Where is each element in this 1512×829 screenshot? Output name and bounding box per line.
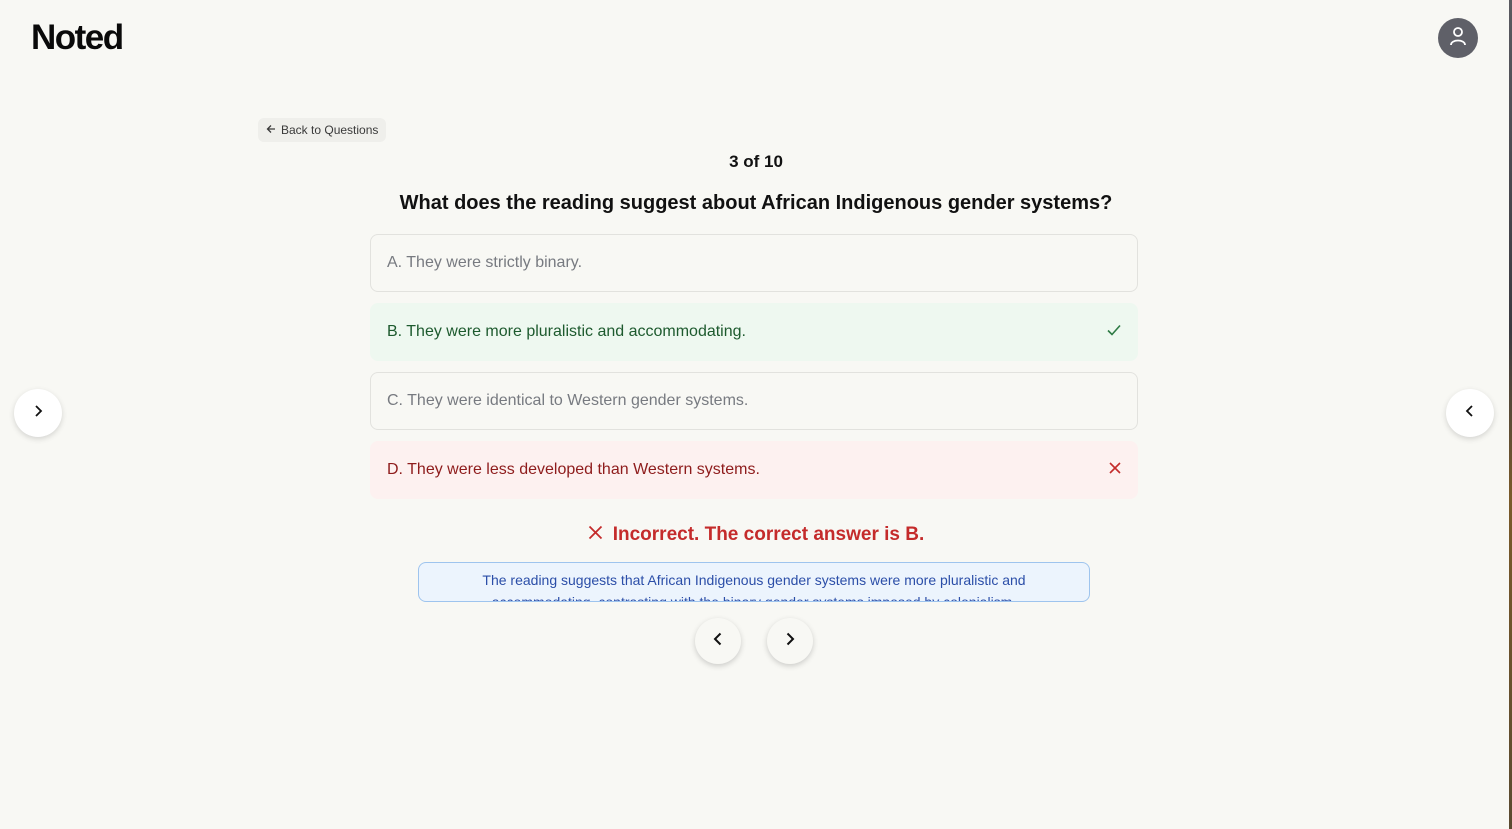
user-avatar-button[interactable] [1438, 18, 1478, 58]
expand-left-panel-button[interactable] [14, 389, 62, 437]
option-label: D. They were less developed than Western… [387, 461, 760, 478]
chevron-right-icon [31, 404, 45, 423]
option-label: C. They were identical to Western gender… [387, 392, 749, 409]
question-text: What does the reading suggest about Afri… [399, 192, 1113, 214]
answer-option-d[interactable]: D. They were less developed than Western… [370, 441, 1138, 499]
explanation-box: The reading suggests that African Indige… [418, 562, 1090, 602]
next-question-button[interactable] [767, 618, 813, 664]
answer-option-a[interactable]: A. They were strictly binary. [370, 234, 1138, 292]
app-logo: Noted [31, 18, 124, 57]
back-to-questions-button[interactable]: Back to Questions [258, 118, 387, 142]
result-text: Incorrect. The correct answer is B. [612, 524, 925, 545]
arrow-left-icon [266, 123, 276, 137]
chevron-left-icon [710, 631, 726, 652]
option-label: A. They were strictly binary. [387, 254, 583, 271]
expand-right-panel-button[interactable] [1446, 389, 1494, 437]
x-icon [588, 524, 603, 546]
option-label: B. They were more pluralistic and accomm… [387, 323, 746, 340]
user-icon [1449, 26, 1467, 51]
answer-option-b[interactable]: B. They were more pluralistic and accomm… [370, 303, 1138, 361]
previous-question-button[interactable] [695, 618, 741, 664]
x-icon [1109, 461, 1121, 479]
explanation-text: The reading suggests that African Indige… [482, 572, 1026, 602]
question-counter: 3 of 10 [729, 152, 783, 171]
check-icon [1107, 323, 1121, 341]
chevron-right-icon [782, 631, 798, 652]
back-label: Back to Questions [281, 123, 379, 137]
chevron-left-icon [1463, 404, 1477, 423]
result-message: Incorrect. The correct answer is B. [0, 524, 1512, 546]
answer-option-c[interactable]: C. They were identical to Western gender… [370, 372, 1138, 430]
